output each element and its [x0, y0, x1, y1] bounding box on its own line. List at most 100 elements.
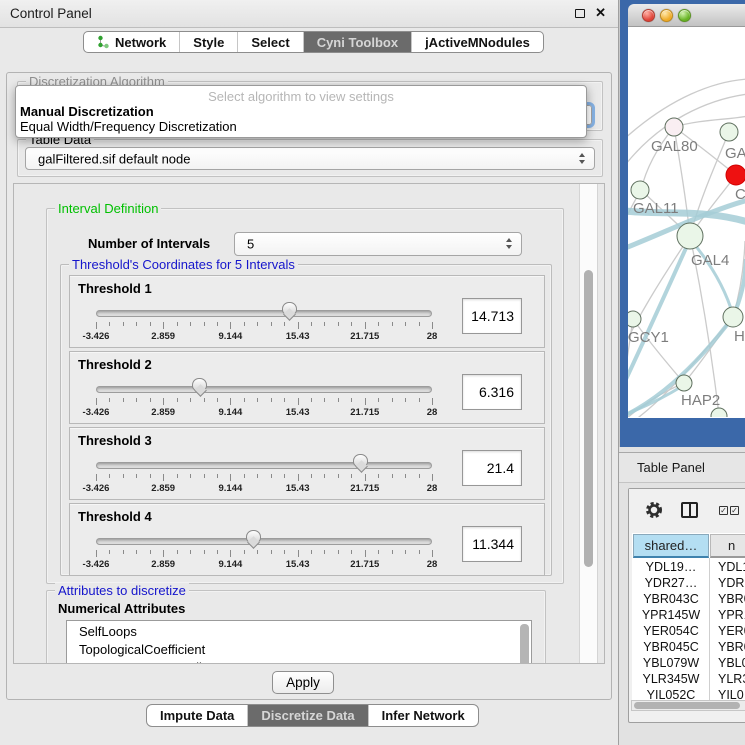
threshold-value-field[interactable]: 11.344: [462, 526, 522, 562]
network-node-gcy1[interactable]: [628, 311, 641, 327]
tab-jactivemnodules[interactable]: jActiveMNodules: [412, 32, 543, 52]
tick-mark: [244, 398, 245, 402]
attribute-list-item[interactable]: TopologicalCoefficient: [67, 641, 531, 659]
tick-mark: [284, 550, 285, 554]
tick-mark: [150, 474, 151, 478]
table-row[interactable]: YBR045CYBR0: [633, 639, 745, 655]
table-row[interactable]: YDR27…YDR2: [633, 575, 745, 591]
checkbox-icon[interactable]: [719, 506, 728, 515]
tick-mark: [432, 550, 433, 557]
intervals-combobox[interactable]: 5: [234, 232, 522, 256]
network-node[interactable]: [711, 408, 727, 417]
tick-mark: [271, 398, 272, 402]
tick-mark: [177, 474, 178, 478]
tick-mark: [244, 474, 245, 478]
algorithm-option-equal-width-frequency-discretization[interactable]: Equal Width/Frequency Discretization: [16, 119, 586, 134]
scrollbar-thumb[interactable]: [584, 270, 593, 567]
tab-select[interactable]: Select: [238, 32, 303, 52]
network-node-label: GAL80: [651, 138, 698, 155]
group-title-attributes: Attributes to discretize: [55, 583, 189, 598]
network-canvas[interactable]: GAL80GACGAL11GAL4GCY1HHAP2: [628, 27, 745, 418]
tick-mark: [244, 550, 245, 554]
checkbox-icon[interactable]: [730, 506, 739, 515]
table-hscrollbar-thumb[interactable]: [634, 702, 740, 709]
mode-tab-discretize-data[interactable]: Discretize Data: [248, 705, 368, 726]
column-layout-icon[interactable]: [681, 502, 698, 518]
column-header-name[interactable]: n: [710, 534, 745, 558]
network-window-titlebar[interactable]: [628, 4, 745, 27]
numerical-attributes-list[interactable]: SelfLoopsTopologicalCoefficientBetweenne…: [66, 620, 532, 664]
column-header-shared-name[interactable]: shared…: [633, 534, 709, 558]
slider-thumb[interactable]: [282, 302, 297, 315]
combobox-arrows-icon: [506, 238, 513, 250]
tick-mark: [190, 322, 191, 326]
tick-mark: [338, 398, 339, 402]
tick-label: 21.715: [350, 483, 379, 494]
apply-button[interactable]: Apply: [272, 671, 334, 694]
tick-label: 2.859: [151, 407, 175, 418]
tab-label: jActiveMNodules: [425, 35, 530, 50]
tick-mark: [257, 322, 258, 326]
table-row[interactable]: YBR043CYBR0: [633, 591, 745, 607]
table-panel-header: Table Panel: [619, 452, 745, 483]
tick-mark: [257, 550, 258, 554]
tick-mark: [150, 398, 151, 402]
network-node-label: H: [734, 328, 745, 345]
network-node-hap2[interactable]: [676, 375, 692, 391]
table-row[interactable]: YBL079WYBL0: [633, 655, 745, 671]
network-node-gal80[interactable]: [665, 118, 683, 136]
scrollbar-track[interactable]: [579, 184, 598, 663]
mode-tab-infer-network[interactable]: Infer Network: [369, 705, 478, 726]
control-panel-tabs: Network Style SelectCyni Toolbox jActiveMNo…: [83, 31, 544, 53]
tick-label: 21.715: [350, 331, 379, 342]
slider-track: [96, 386, 432, 393]
list-scrollbar-thumb[interactable]: [520, 624, 529, 664]
table-data-combobox[interactable]: galFiltered.sif default node: [25, 147, 595, 170]
network-node-ga[interactable]: [720, 123, 738, 141]
tab-style[interactable]: Style: [180, 32, 238, 52]
close-icon[interactable]: ✕: [595, 5, 606, 21]
threshold-label: Threshold 4: [78, 509, 152, 524]
close-traffic-light-icon[interactable]: [642, 9, 655, 22]
tab-network[interactable]: Network: [84, 32, 180, 52]
tick-mark: [432, 322, 433, 329]
network-node-gal11[interactable]: [631, 181, 649, 199]
minimize-traffic-light-icon[interactable]: [660, 9, 673, 22]
zoom-traffic-light-icon[interactable]: [678, 9, 691, 22]
group-title-thresholds: Threshold's Coordinates for 5 Intervals: [69, 257, 298, 272]
tick-mark: [96, 474, 97, 481]
slider-thumb[interactable]: [353, 454, 368, 467]
threshold-panel: Threshold 4-3.4262.8599.14415.4321.71528…: [69, 503, 545, 576]
table-row[interactable]: YDL19…YDL1: [633, 559, 745, 575]
table-row[interactable]: YPR145WYPR1: [633, 607, 745, 623]
tick-mark: [419, 474, 420, 478]
tab-label: Style: [193, 35, 224, 50]
slider-thumb[interactable]: [246, 530, 261, 543]
mode-tab-impute-data[interactable]: Impute Data: [147, 705, 248, 726]
gear-icon[interactable]: [645, 501, 663, 519]
tick-mark: [405, 322, 406, 326]
threshold-value-field[interactable]: 14.713: [462, 298, 522, 334]
table-row[interactable]: YLR345WYLR3: [633, 671, 745, 687]
threshold-value-field[interactable]: 21.4: [462, 450, 522, 486]
tick-mark: [378, 474, 379, 478]
thresholds-group: Threshold's Coordinates for 5 Intervals …: [60, 264, 552, 576]
algorithm-option-manual-discretization[interactable]: Manual Discretization: [16, 104, 586, 119]
slider-thumb[interactable]: [192, 378, 207, 391]
tick-mark: [217, 550, 218, 554]
column-divider[interactable]: [709, 558, 710, 700]
tab-cyni-toolbox[interactable]: Cyni Toolbox: [304, 32, 412, 52]
threshold-value-field[interactable]: 6.316: [462, 374, 522, 410]
table-row[interactable]: YER054CYER0: [633, 623, 745, 639]
float-window-icon[interactable]: [575, 9, 585, 18]
tab-label: Network: [115, 35, 166, 50]
number-of-intervals-label: Number of Intervals: [88, 236, 210, 251]
network-node-h[interactable]: [723, 307, 743, 327]
tick-mark: [96, 322, 97, 329]
attribute-list-item[interactable]: BetweennessCentrality: [67, 659, 531, 664]
tick-mark: [298, 474, 299, 481]
network-node-gal4[interactable]: [677, 223, 703, 249]
attribute-list-item[interactable]: SelfLoops: [67, 623, 531, 641]
network-node-c[interactable]: [726, 165, 745, 185]
table-hscrollbar[interactable]: [631, 700, 745, 711]
